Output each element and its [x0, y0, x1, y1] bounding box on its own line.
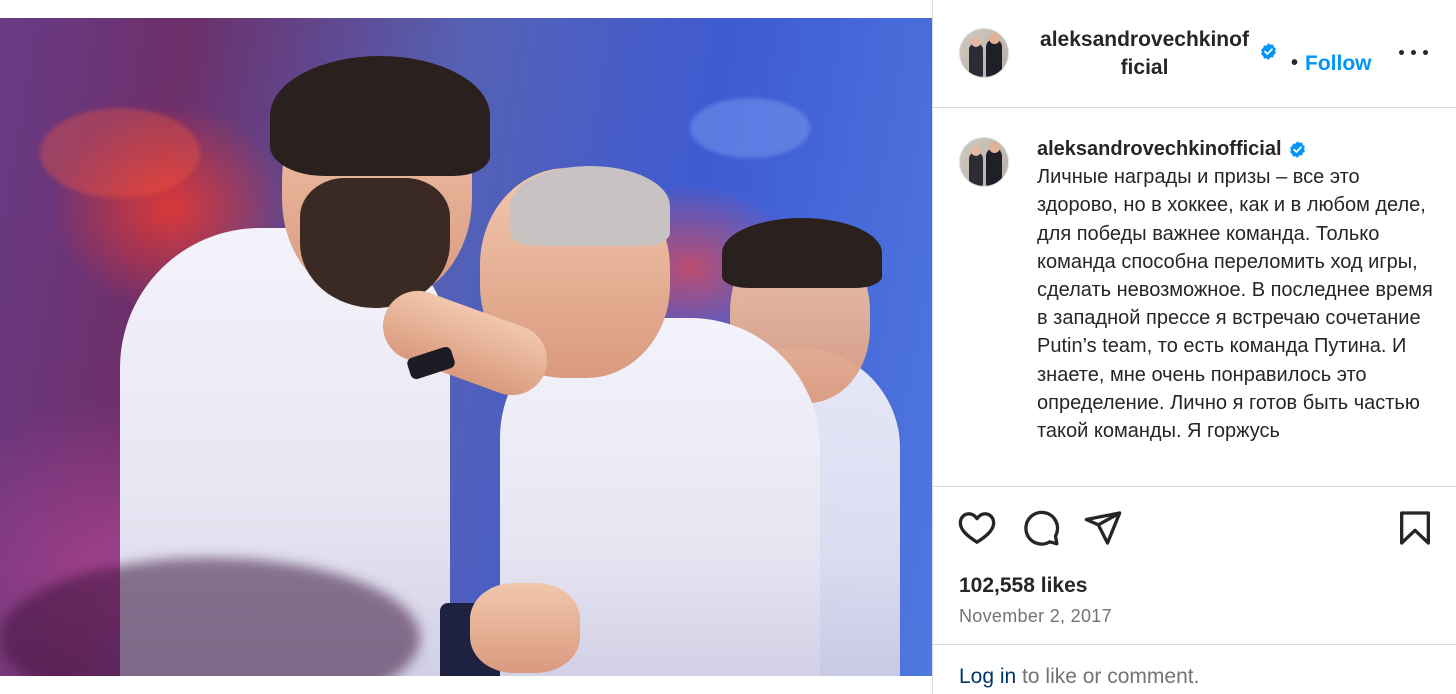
post-header: aleksandrovechkinofficial • Follow [933, 0, 1456, 108]
stage-light [690, 98, 810, 158]
heart-icon[interactable] [957, 508, 997, 548]
bookmark-icon[interactable] [1395, 508, 1435, 548]
verified-badge-icon [1259, 42, 1278, 61]
post-date: November 2, 2017 [959, 606, 1112, 626]
verified-badge-icon [1288, 140, 1307, 159]
caption-text: Личные награды и призы – все это здорово… [1037, 166, 1433, 443]
post-photo[interactable] [0, 18, 932, 676]
post-caption: aleksandrovechkinofficial Личные награды… [933, 109, 1456, 487]
person-left-hair [270, 56, 490, 176]
login-link[interactable]: Log in [959, 665, 1016, 688]
person-left-beard [300, 178, 450, 308]
caption-avatar[interactable] [959, 137, 1009, 187]
profile-avatar[interactable] [959, 28, 1009, 78]
comment-icon[interactable] [1021, 508, 1061, 548]
separator-dot: • [1291, 52, 1299, 74]
caption-body: aleksandrovechkinofficial Личные награды… [1037, 135, 1437, 445]
share-icon[interactable] [1083, 508, 1123, 548]
follow-button[interactable]: Follow [1305, 52, 1372, 76]
login-prompt: Log in to like or comment. [933, 644, 1456, 694]
likes-count[interactable]: 102,558 likes [959, 574, 1087, 598]
person-right-hair [722, 218, 882, 288]
header-username[interactable]: aleksandrovechkinofficial [1037, 26, 1252, 82]
login-text: Log in to like or comment. [959, 665, 1199, 689]
post-media [0, 0, 932, 694]
post-side-panel: aleksandrovechkinofficial • Follow aleks… [932, 0, 1456, 694]
caption-username[interactable]: aleksandrovechkinofficial [1037, 135, 1282, 163]
post-actions [933, 508, 1456, 552]
caption-user-row: aleksandrovechkinofficial [1037, 135, 1437, 163]
login-rest: to like or comment. [1016, 665, 1200, 688]
more-options-icon[interactable] [1399, 44, 1429, 60]
person-center-hand [470, 583, 580, 673]
stage-light [40, 108, 200, 198]
person-center-hair [510, 166, 670, 246]
